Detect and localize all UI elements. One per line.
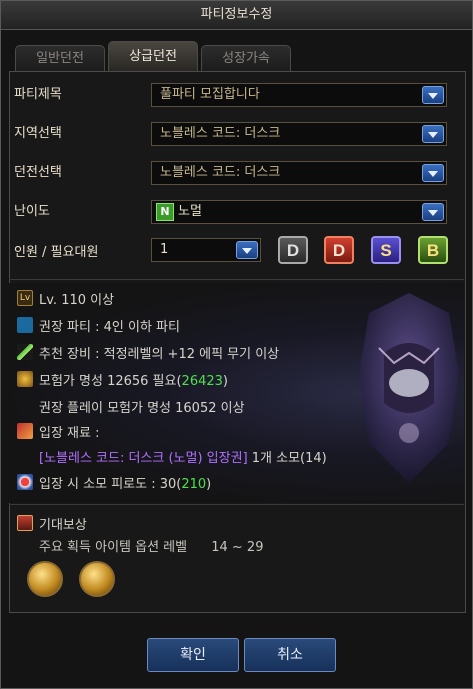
region-value: 노블레스 코드: 더스크 bbox=[160, 126, 281, 141]
party-title-input[interactable]: 풀파티 모집합니다 bbox=[151, 83, 447, 107]
gear-text: 추천 장비 : 적정레벨의 +12 에픽 무기 이상 bbox=[39, 347, 280, 362]
chevron-down-icon[interactable] bbox=[422, 203, 444, 221]
chest-icon bbox=[17, 515, 33, 531]
reward-line: 주요 획득 아이템 옵션 레벨 14 ~ 29 bbox=[39, 536, 263, 555]
chevron-down-icon[interactable] bbox=[236, 241, 258, 259]
entry-item-count: 1개 소모(14) bbox=[247, 451, 327, 466]
reward-level-range: 14 ~ 29 bbox=[211, 540, 264, 555]
cancel-button[interactable]: 취소 bbox=[244, 638, 336, 672]
divider bbox=[9, 504, 464, 505]
tab-normal-dungeon[interactable]: 일반던전 bbox=[15, 45, 105, 71]
reward-armor-icon[interactable] bbox=[27, 561, 63, 597]
window-title: 파티정보수정 bbox=[1, 1, 472, 30]
dungeon-info-panel: Lv Lv. 110 이상 권장 파티 : 4인 이하 파티 추천 장비 : 적… bbox=[9, 283, 464, 503]
dungeon-label: 던전선택 bbox=[14, 165, 62, 180]
confirm-button[interactable]: 확인 bbox=[147, 638, 239, 672]
entry-item-row: [노블레스 코드: 더스크 (노멀) 입장권] 1개 소모(14) bbox=[39, 447, 327, 466]
party-title-label: 파티제목 bbox=[14, 87, 62, 102]
tab-advanced-dungeon[interactable]: 상급던전 bbox=[108, 41, 198, 71]
level-text: Lv. 110 이상 bbox=[39, 293, 115, 308]
reward-section: 기대보상 주요 획득 아이템 옵션 레벨 14 ~ 29 bbox=[9, 506, 464, 606]
recommend-fame-row: 권장 플레이 모험가 명성 16052 이상 bbox=[39, 397, 245, 416]
fatigue-icon bbox=[17, 474, 33, 490]
ticket-icon bbox=[17, 423, 33, 439]
reward-line-text: 주요 획득 아이템 옵션 레벨 bbox=[39, 540, 188, 555]
level-icon: Lv bbox=[17, 290, 33, 306]
recommend-fame-text: 권장 플레이 모험가 명성 16052 이상 bbox=[39, 401, 245, 416]
tab-growth-boost[interactable]: 성장가속 bbox=[201, 45, 291, 71]
dungeon-select[interactable]: 노블레스 코드: 더스크 bbox=[151, 161, 447, 185]
chevron-down-icon[interactable] bbox=[422, 125, 444, 143]
reward-accessory-icon[interactable] bbox=[79, 561, 115, 597]
party-icon bbox=[17, 317, 33, 333]
reward-title: 기대보상 bbox=[39, 518, 87, 533]
difficulty-value: 노멀 bbox=[178, 204, 202, 219]
party-edit-window: 파티정보수정 일반던전 상급던전 성장가속 파티제목 풀파티 모집합니다 지역선… bbox=[0, 0, 473, 689]
synergy-button[interactable]: S bbox=[371, 236, 401, 264]
dungeon-boss-illustration bbox=[359, 293, 459, 483]
difficulty-label: 난이도 bbox=[14, 204, 50, 219]
divider bbox=[9, 279, 464, 280]
normal-badge-icon: N bbox=[156, 202, 174, 221]
members-select[interactable]: 1 bbox=[151, 238, 261, 262]
fame-icon bbox=[17, 371, 33, 387]
region-select[interactable]: 노블레스 코드: 더스크 bbox=[151, 122, 447, 146]
chevron-down-icon[interactable] bbox=[422, 86, 444, 104]
sword-icon bbox=[17, 344, 33, 360]
entry-label: 입장 재료 : bbox=[39, 426, 100, 441]
members-value: 1 bbox=[160, 242, 169, 257]
dealer-button[interactable]: D bbox=[324, 236, 354, 264]
members-label: 인원 / 필요대원 bbox=[14, 245, 99, 260]
region-label: 지역선택 bbox=[14, 126, 62, 141]
party-text: 권장 파티 : 4인 이하 파티 bbox=[39, 320, 180, 335]
fatigue-text: 입장 시 소모 피로도 : 30(210) bbox=[39, 477, 212, 492]
fame-text: 모험가 명성 12656 필요(26423) bbox=[39, 374, 228, 389]
difficulty-select[interactable]: N 노멀 bbox=[151, 200, 447, 224]
entry-item-name[interactable]: [노블레스 코드: 더스크 (노멀) 입장권] bbox=[39, 451, 248, 466]
party-title-value: 풀파티 모집합니다 bbox=[160, 87, 260, 102]
dungeon-value: 노블레스 코드: 더스크 bbox=[160, 165, 281, 180]
chevron-down-icon[interactable] bbox=[422, 164, 444, 182]
buffer-button[interactable]: B bbox=[418, 236, 448, 264]
dealer-filter-button[interactable]: D bbox=[278, 236, 308, 264]
